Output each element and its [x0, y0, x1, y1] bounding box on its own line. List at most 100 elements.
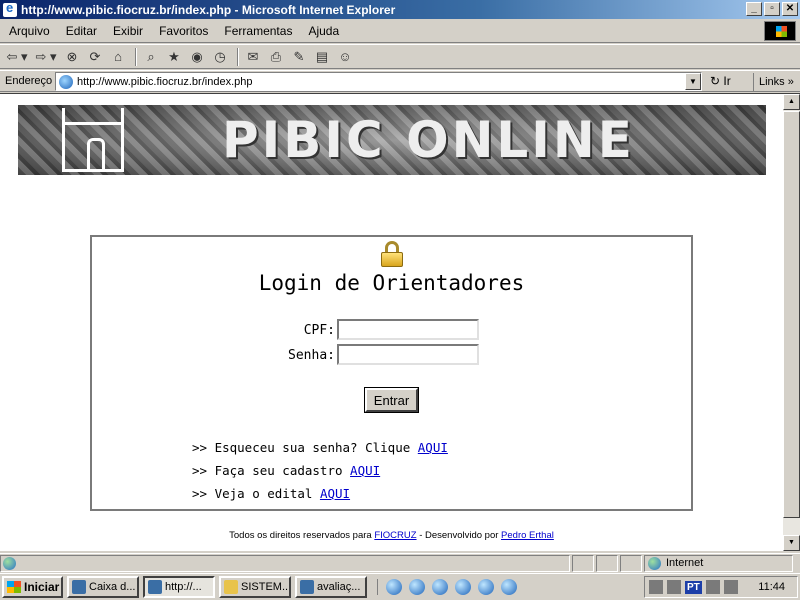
- menu-editar[interactable]: Editar: [58, 24, 105, 38]
- scroll-thumb[interactable]: [783, 111, 800, 518]
- favorites-icon[interactable]: ★: [164, 47, 184, 67]
- windows-flag-icon: [7, 581, 21, 593]
- task-ie[interactable]: http://...: [143, 576, 215, 598]
- forgot-password-text: >> Esqueceu sua senha? Clique: [192, 440, 418, 455]
- forgot-password-line: >> Esqueceu sua senha? Clique AQUI: [192, 440, 448, 455]
- status-text-area: [0, 554, 570, 572]
- status-cell: [572, 554, 594, 572]
- fiocruz-link[interactable]: FIOCRUZ: [374, 530, 416, 541]
- task-label: http://...: [165, 581, 202, 593]
- edital-line: >> Veja o edital AQUI: [192, 486, 350, 501]
- toolbar-separator: [135, 47, 137, 66]
- register-line: >> Faça seu cadastro AQUI: [192, 463, 380, 478]
- maximize-button[interactable]: ▫: [764, 2, 780, 16]
- login-panel: Login de Orientadores CPF: Senha: Entrar…: [90, 235, 693, 511]
- task-outlook[interactable]: Caixa d...: [67, 576, 139, 598]
- links-button[interactable]: Links »: [753, 73, 794, 91]
- back-icon[interactable]: ⇦ ▾: [4, 47, 30, 67]
- refresh-icon[interactable]: ⟳: [85, 47, 105, 67]
- print-icon[interactable]: ⎙: [266, 47, 286, 67]
- page-footer: Todos os direitos reservados para FIOCRU…: [0, 530, 783, 541]
- address-bar: Endereço http://www.pibic.fiocruz.br/ind…: [0, 70, 800, 92]
- system-tray: PT 11:44: [644, 576, 798, 598]
- antivirus-icon[interactable]: [723, 580, 738, 594]
- minimize-button[interactable]: _: [746, 2, 762, 16]
- menu-ajuda[interactable]: Ajuda: [300, 24, 347, 38]
- menu-ferramentas[interactable]: Ferramentas: [216, 24, 300, 38]
- page-icon: [59, 74, 73, 89]
- status-cell: [620, 554, 642, 572]
- menu-exibir[interactable]: Exibir: [105, 24, 151, 38]
- home-icon[interactable]: ⌂: [108, 47, 128, 67]
- standard-toolbar: ⇦ ▾ ⇨ ▾ ⊗ ⟳ ⌂ ⌕ ★ ◉ ◷ ✉ ⎙ ✎ ▤ ☺: [0, 44, 800, 69]
- media-player-icon[interactable]: [409, 579, 425, 595]
- search-icon[interactable]: ⌕: [141, 47, 161, 67]
- clock[interactable]: 11:44: [758, 581, 785, 593]
- word-icon: [300, 580, 314, 594]
- address-label: Endereço: [5, 75, 53, 87]
- ie-quicklaunch-icon[interactable]: [386, 579, 402, 595]
- messenger-tray-icon[interactable]: [705, 580, 720, 594]
- address-dropdown-icon[interactable]: ▼: [685, 73, 701, 90]
- go-arrow-icon: ↻: [710, 74, 721, 88]
- senha-label: Senha:: [288, 348, 335, 363]
- media-icon[interactable]: ◉: [187, 47, 207, 67]
- vertical-scrollbar[interactable]: ▲ ▼: [783, 93, 800, 551]
- start-label: Iniciar: [24, 580, 60, 594]
- mail-icon[interactable]: ✉: [243, 47, 263, 67]
- outlook-icon: [72, 580, 86, 594]
- history-icon[interactable]: ◷: [210, 47, 230, 67]
- developer-link[interactable]: Pedro Erthal: [501, 530, 554, 541]
- menu-arquivo[interactable]: Arquivo: [0, 24, 58, 38]
- windows-taskbar: Iniciar Caixa d... http://... SISTEM... …: [0, 573, 800, 600]
- senha-input[interactable]: [337, 344, 479, 365]
- page-status-icon: [3, 556, 16, 570]
- menu-bar: Arquivo Editar Exibir Favoritos Ferramen…: [0, 19, 800, 43]
- messenger-icon[interactable]: ☺: [335, 47, 355, 67]
- start-button[interactable]: Iniciar: [2, 576, 63, 598]
- go-button[interactable]: ↻ Ir: [710, 74, 731, 88]
- page-viewport: PIBIC ONLINE Login de Orientadores CPF: …: [0, 93, 783, 551]
- stop-icon[interactable]: ⊗: [62, 47, 82, 67]
- task-label: Caixa d...: [89, 581, 136, 593]
- status-cell: [596, 554, 618, 572]
- security-zone: Internet: [644, 554, 793, 572]
- entrar-button[interactable]: Entrar: [364, 387, 419, 413]
- edit-icon[interactable]: ✎: [289, 47, 309, 67]
- login-title: Login de Orientadores: [258, 271, 525, 295]
- menu-favoritos[interactable]: Favoritos: [151, 24, 216, 38]
- ie-quicklaunch-icon[interactable]: [432, 579, 448, 595]
- edital-link[interactable]: AQUI: [320, 486, 350, 501]
- windows-logo-icon: [764, 21, 796, 41]
- register-text: >> Faça seu cadastro: [192, 463, 351, 478]
- messenger-icon[interactable]: [501, 579, 517, 595]
- desktop-icon[interactable]: [455, 579, 471, 595]
- cpf-input[interactable]: [337, 319, 479, 340]
- language-indicator[interactable]: PT: [685, 580, 702, 594]
- scroll-up-icon[interactable]: ▲: [783, 94, 800, 110]
- cpf-label: CPF:: [303, 323, 335, 338]
- close-button[interactable]: ✕: [782, 2, 798, 16]
- volume-icon[interactable]: [649, 580, 663, 594]
- address-input[interactable]: http://www.pibic.fiocruz.br/index.php ▼: [55, 72, 702, 91]
- outlook-quicklaunch-icon[interactable]: [478, 579, 494, 595]
- address-url[interactable]: http://www.pibic.fiocruz.br/index.php: [77, 76, 252, 88]
- links-label: Links: [759, 76, 785, 88]
- footer-text: Todos os direitos reservados para: [229, 530, 375, 541]
- window-titlebar[interactable]: http://www.pibic.fiocruz.br/index.php - …: [0, 0, 800, 19]
- scroll-down-icon[interactable]: ▼: [783, 535, 800, 551]
- forward-icon[interactable]: ⇨ ▾: [33, 47, 59, 67]
- task-sistema[interactable]: SISTEM...: [219, 576, 291, 598]
- register-link[interactable]: AQUI: [350, 463, 380, 478]
- zone-label: Internet: [666, 557, 704, 569]
- ie-icon: [3, 0, 17, 17]
- task-label: SISTEM...: [241, 581, 291, 593]
- forgot-password-link[interactable]: AQUI: [418, 440, 448, 455]
- window-title: http://www.pibic.fiocruz.br/index.php - …: [21, 2, 396, 17]
- go-label: Ir: [723, 74, 731, 88]
- task-label: avaliaç...: [317, 581, 361, 593]
- network-icon[interactable]: [667, 580, 681, 594]
- discuss-icon[interactable]: ▤: [312, 47, 332, 67]
- footer-text-developer: - Desenvolvido por: [416, 530, 502, 541]
- task-word[interactable]: avaliaç...: [295, 576, 367, 598]
